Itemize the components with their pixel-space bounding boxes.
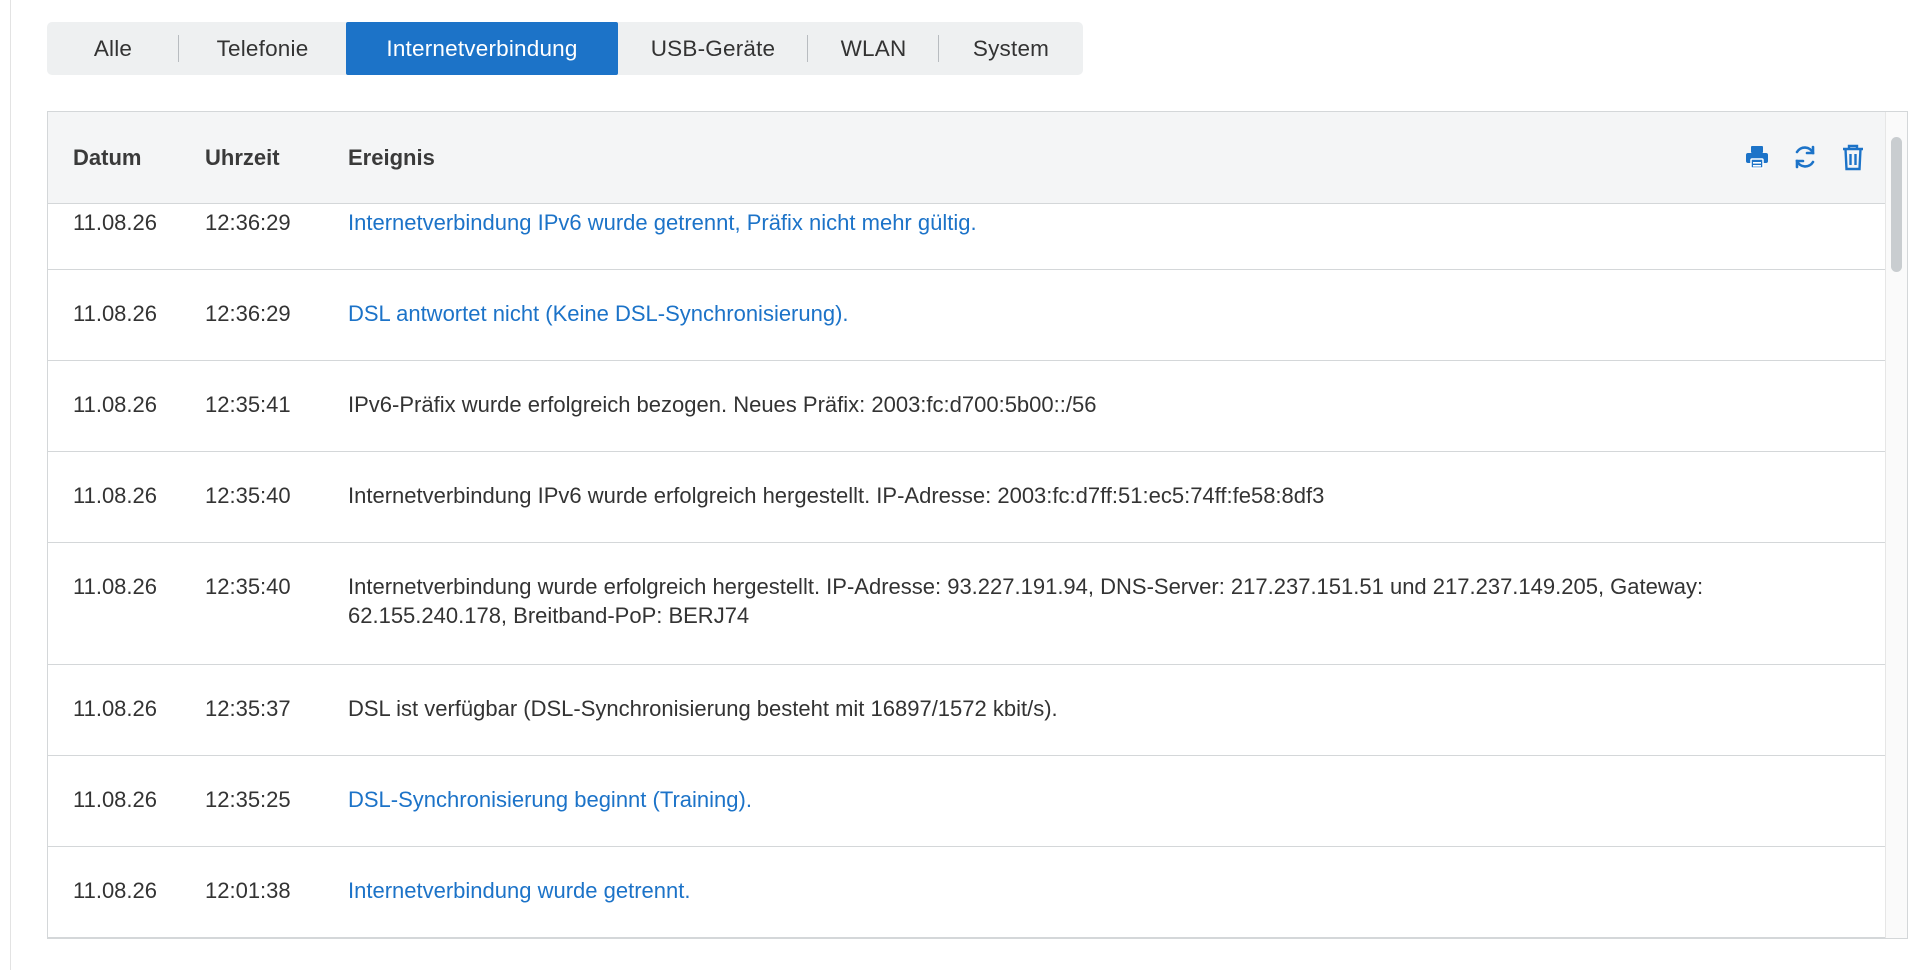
print-button[interactable] (1743, 142, 1770, 172)
table-row: 11.08.26 12:36:29 Internetverbindung IPv… (48, 179, 1886, 270)
cell-ereignis: Internetverbindung wurde erfolgreich her… (348, 574, 1704, 628)
refresh-button[interactable] (1791, 142, 1818, 172)
table-scrollbar[interactable] (1885, 112, 1907, 938)
tab-alle[interactable]: Alle (47, 22, 179, 75)
table-row: 11.08.26 12:35:40 Internetverbindung wur… (48, 543, 1886, 665)
scrollbar-thumb[interactable] (1891, 137, 1902, 272)
tab-internetverbindung[interactable]: Internetverbindung (346, 22, 618, 75)
table-actions (1743, 142, 1866, 172)
refresh-icon (1795, 145, 1814, 169)
left-divider (0, 0, 11, 970)
cell-datum: 11.08.26 (73, 210, 158, 235)
cell-ereignis: DSL ist verfügbar (DSL-Synchronisierung … (348, 696, 1058, 721)
print-icon (1745, 146, 1768, 169)
filter-tabs: Alle Telefonie Internetverbindung USB-Ge… (47, 22, 1083, 75)
event-log-table: Datum Uhrzeit Ereignis 11.08.26 12:36:29… (47, 111, 1908, 939)
cell-datum: 11.08.26 (73, 483, 158, 508)
cell-ereignis-link[interactable]: DSL antwortet nicht (Keine DSL-Synchroni… (348, 299, 1778, 328)
cell-uhrzeit: 12:35:40 (205, 483, 291, 508)
cell-uhrzeit: 12:35:37 (205, 696, 291, 721)
cell-datum: 11.08.26 (73, 574, 158, 599)
cell-datum: 11.08.26 (73, 392, 158, 417)
table-row: 11.08.26 12:35:41 IPv6-Präfix wurde erfo… (48, 361, 1886, 452)
tab-telefonie[interactable]: Telefonie (179, 22, 346, 75)
cell-datum: 11.08.26 (73, 301, 158, 326)
cell-uhrzeit: 12:35:41 (205, 392, 291, 417)
column-header-ereignis: Ereignis (348, 145, 435, 170)
cell-ereignis-link[interactable]: DSL-Synchronisierung beginnt (Training). (348, 785, 1778, 814)
cell-ereignis: Internetverbindung IPv6 wurde erfolgreic… (348, 483, 1325, 508)
tab-system[interactable]: System (939, 22, 1083, 75)
trash-icon (1842, 144, 1863, 171)
table-row: 11.08.26 12:35:37 DSL ist verfügbar (DSL… (48, 665, 1886, 756)
cell-datum: 11.08.26 (73, 878, 158, 903)
cell-ereignis-link[interactable]: Internetverbindung IPv6 wurde getrennt, … (348, 208, 1778, 237)
cell-uhrzeit: 12:35:25 (205, 787, 291, 812)
table-row: 11.08.26 12:01:38 Internetverbindung wur… (48, 847, 1886, 938)
column-header-uhrzeit: Uhrzeit (205, 145, 280, 170)
cell-uhrzeit: 12:36:29 (205, 301, 291, 326)
delete-button[interactable] (1839, 142, 1866, 172)
cell-uhrzeit: 12:36:29 (205, 210, 291, 235)
table-row: 11.08.26 12:36:29 DSL antwortet nicht (K… (48, 270, 1886, 361)
table-row: 11.08.26 12:35:25 DSL-Synchronisierung b… (48, 756, 1886, 847)
cell-ereignis-link[interactable]: Internetverbindung wurde getrennt. (348, 876, 1778, 905)
column-header-datum: Datum (73, 145, 142, 170)
cell-uhrzeit: 12:01:38 (205, 878, 291, 903)
cell-ereignis: IPv6-Präfix wurde erfolgreich bezogen. N… (348, 392, 1097, 417)
cell-datum: 11.08.26 (73, 696, 158, 721)
tab-wlan[interactable]: WLAN (808, 22, 939, 75)
cell-datum: 11.08.26 (73, 787, 158, 812)
table-row: 11.08.26 12:35:40 Internetverbindung IPv… (48, 452, 1886, 543)
cell-uhrzeit: 12:35:40 (205, 574, 291, 599)
tab-usb-geraete[interactable]: USB-Geräte (618, 22, 808, 75)
